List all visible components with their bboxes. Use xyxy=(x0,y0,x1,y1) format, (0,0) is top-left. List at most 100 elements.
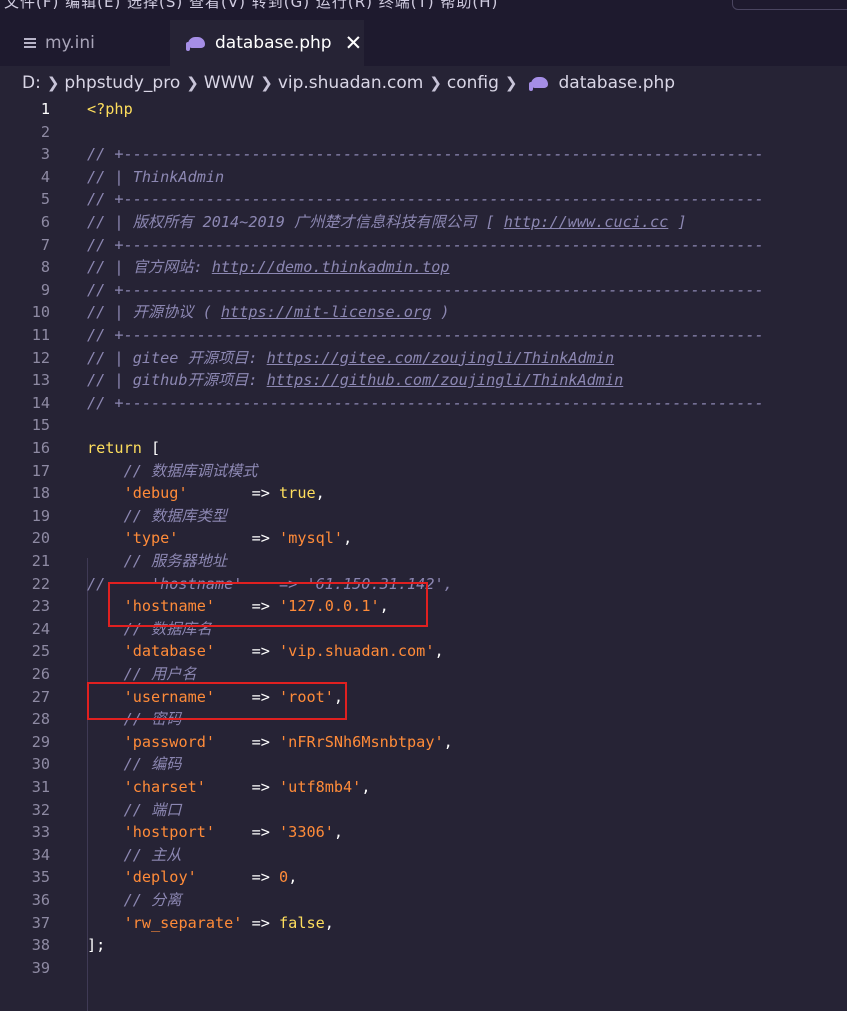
code-line[interactable]: 30 // 编码 xyxy=(0,753,847,776)
token-comment: // | 开源协议 ( xyxy=(87,303,221,322)
command-center-box[interactable] xyxy=(732,0,847,10)
breadcrumb-item-drive[interactable]: D: xyxy=(22,73,41,93)
token-key: 'deploy' xyxy=(123,868,197,887)
code-line[interactable]: 20 'type' => 'mysql', xyxy=(0,527,847,550)
code-line[interactable]: 35 'deploy' => 0, xyxy=(0,866,847,889)
breadcrumb-item-config[interactable]: config xyxy=(447,73,499,93)
tab-label: my.ini xyxy=(45,33,95,53)
line-number: 36 xyxy=(31,891,50,909)
code-line[interactable]: 6 // | 版权所有 2014~2019 广州楚才信息科技有限公司 [ http… xyxy=(0,211,847,234)
token-str: 'utf8mb4' xyxy=(279,778,362,796)
line-number: 34 xyxy=(31,845,50,864)
menu-bar-text[interactable]: 文件(F) 编辑(E) 选择(S) 查看(V) 转到(G) 运行(R) 终端(T… xyxy=(4,0,498,12)
breadcrumb-item-file[interactable]: database.php xyxy=(559,73,676,93)
line-number: 7 xyxy=(40,235,50,254)
tab-database-php[interactable]: database.php ✕ xyxy=(170,20,364,66)
code-line[interactable]: 25 'database' => 'vip.shuadan.com', xyxy=(0,640,847,663)
code-line[interactable]: 3 // +-----------------------------------… xyxy=(0,143,847,166)
token-link[interactable]: https://mit-license.org xyxy=(221,303,431,321)
token-punct: , xyxy=(333,823,344,842)
code-line[interactable]: 1 <?php xyxy=(0,98,847,121)
code-line[interactable]: 36 // 分离 xyxy=(0,889,847,912)
code-line[interactable]: 21 // 服务器地址 xyxy=(0,550,847,573)
chevron-right-icon: ❯ xyxy=(504,74,518,92)
code-line[interactable]: 16 return [ xyxy=(0,437,847,460)
token-punct: => xyxy=(242,913,280,932)
token-punct: , xyxy=(324,913,334,932)
line-number: 16 xyxy=(31,439,50,457)
token-link[interactable]: https://github.com/zoujingli/ThinkAdmin xyxy=(267,371,624,389)
code-line[interactable]: 14 // +----------------------------------… xyxy=(0,392,847,415)
breadcrumb-item-phpstudy[interactable]: phpstudy_pro xyxy=(64,73,180,93)
code-line[interactable]: 9 // +-----------------------------------… xyxy=(0,279,847,302)
code-line[interactable]: 4 // | ThinkAdmin xyxy=(0,166,847,189)
line-number: 21 xyxy=(31,552,50,570)
token-key: 'charset' xyxy=(123,778,206,796)
token-key: 'rw_separate' xyxy=(123,913,243,932)
line-number: 5 xyxy=(40,190,50,209)
code-line[interactable]: 15 xyxy=(0,414,847,437)
code-line[interactable]: 38]; xyxy=(0,934,847,957)
token-link[interactable]: http://www.cuci.cc xyxy=(504,213,669,231)
token-comment: // 分离 xyxy=(123,891,182,909)
breadcrumb-item-site[interactable]: vip.shuadan.com xyxy=(278,73,424,93)
line-code: // +------------------------------------… xyxy=(87,234,764,257)
code-line[interactable]: 32 // 端口 xyxy=(0,799,847,822)
token-punct: => xyxy=(178,529,280,548)
token-key: 'debug' xyxy=(123,484,188,503)
code-line[interactable]: 12 // | gitee 开源项目: https://gitee.com/zou… xyxy=(0,347,847,370)
line-code: // 数据库调试模式 xyxy=(87,460,258,483)
token-key: 'password' xyxy=(123,732,216,751)
token-comment: ] xyxy=(668,213,687,231)
token-link[interactable]: http://demo.thinkadmin.top xyxy=(212,258,450,276)
code-line[interactable]: 11 // +----------------------------------… xyxy=(0,324,847,347)
line-number: 24 xyxy=(31,619,50,638)
line-code: 'rw_separate' => false, xyxy=(87,912,334,935)
breadcrumb-item-www[interactable]: WWW xyxy=(204,73,254,93)
line-number: 9 xyxy=(40,280,50,299)
token-punct: => xyxy=(205,778,280,796)
code-line[interactable]: 7 // +-----------------------------------… xyxy=(0,234,847,257)
token-punct: => xyxy=(187,484,280,503)
line-number: 11 xyxy=(31,326,50,344)
code-line[interactable]: 19 // 数据库类型 xyxy=(0,505,847,528)
line-code: 'debug' => true, xyxy=(87,482,325,505)
code-line[interactable]: 8 // | 官方网站: http://demo.thinkadmin.top xyxy=(0,256,847,279)
line-number: 4 xyxy=(40,167,50,186)
line-number: 37 xyxy=(31,913,50,932)
code-line[interactable]: 39 xyxy=(0,957,847,980)
code-line[interactable]: 18 'debug' => true, xyxy=(0,482,847,505)
code-line[interactable]: 37 'rw_separate' => false, xyxy=(0,912,847,935)
code-line[interactable]: 31 'charset' => 'utf8mb4', xyxy=(0,776,847,799)
line-number: 1 xyxy=(40,100,50,118)
line-number: 22 xyxy=(31,574,50,593)
code-line[interactable]: 34 // 主从 xyxy=(0,844,847,867)
code-editor[interactable]: 1 <?php 2 3// +----------------------------… xyxy=(0,98,847,1011)
line-code: 'hostport' => '3306', xyxy=(87,821,343,844)
code-line[interactable]: 5 // +-----------------------------------… xyxy=(0,188,847,211)
code-line[interactable]: 13 // | github开源项目: https://github.com/zo… xyxy=(0,369,847,392)
token-punct: , xyxy=(315,484,325,503)
code-line[interactable]: 2 xyxy=(0,121,847,144)
close-icon[interactable]: ✕ xyxy=(345,32,363,54)
line-number: 17 xyxy=(31,461,50,480)
line-number: 32 xyxy=(31,800,50,819)
token-key: 'database' xyxy=(123,642,216,661)
token-comment: ) xyxy=(431,303,450,322)
code-line[interactable]: 17 // 数据库调试模式 xyxy=(0,460,847,483)
token-comment: // | gitee 开源项目: xyxy=(87,348,267,367)
code-line[interactable]: 29 'password' => 'nFRrSNh6Msnbtpay', xyxy=(0,731,847,754)
token-comment: // | 版权所有 2014~2019 广州楚才信息科技有限公司 [ xyxy=(87,213,504,231)
breadcrumb: D: ❯ phpstudy_pro ❯ WWW ❯ vip.shuadan.co… xyxy=(0,66,847,100)
line-number: 30 xyxy=(31,755,50,774)
token-comment: // +------------------------------------… xyxy=(87,190,764,209)
code-line[interactable]: 10 // | 开源协议 ( https://mit-license.org ) xyxy=(0,301,847,324)
token-link[interactable]: https://gitee.com/zoujingli/ThinkAdmin xyxy=(267,349,614,367)
code-line[interactable]: 33 'hostport' => '3306', xyxy=(0,821,847,844)
tab-my-ini[interactable]: my.ini xyxy=(0,20,170,66)
